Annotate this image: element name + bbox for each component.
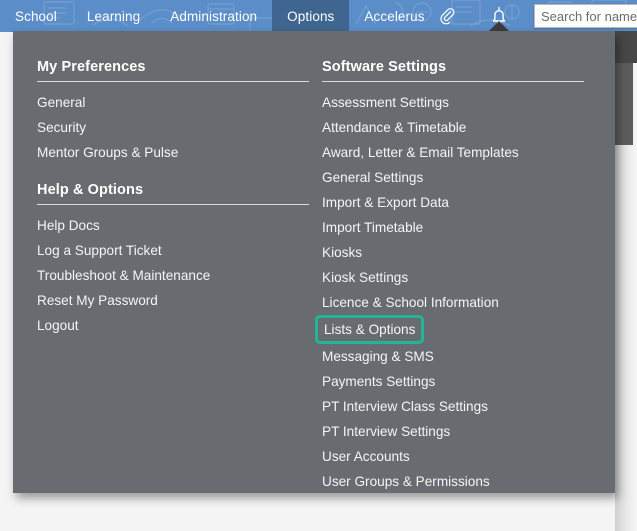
menu-item-attendance-timetable[interactable]: Attendance & Timetable [322, 115, 466, 140]
menu-item-assessment-settings[interactable]: Assessment Settings [322, 90, 449, 115]
section-my-preferences: My Preferences General Security Mentor G… [37, 59, 309, 165]
menu-item-licence-school-information[interactable]: Licence & School Information [322, 290, 499, 315]
nav-item-school[interactable]: School [0, 0, 72, 32]
nav-item-options[interactable]: Options [272, 0, 350, 32]
search-box[interactable] [534, 4, 637, 28]
section-title-help-options: Help & Options [37, 182, 144, 198]
menu-item-pt-interview-class-settings[interactable]: PT Interview Class Settings [322, 394, 488, 419]
search-input[interactable] [535, 5, 637, 27]
nav-item-learning[interactable]: Learning [72, 0, 155, 32]
paperclip-icon[interactable] [435, 4, 459, 28]
menu-item-messaging-sms[interactable]: Messaging & SMS [322, 344, 434, 369]
dropdown-left-column: My Preferences General Security Mentor G… [13, 59, 309, 493]
section-divider [37, 81, 309, 82]
menu-item-troubleshoot-maintenance[interactable]: Troubleshoot & Maintenance [37, 263, 210, 288]
section-divider [37, 204, 309, 205]
menu-item-user-groups-permissions[interactable]: User Groups & Permissions [322, 469, 490, 494]
options-dropdown-panel: My Preferences General Security Mentor G… [13, 31, 615, 493]
menu-item-award-letter-email-templates[interactable]: Award, Letter & Email Templates [322, 140, 519, 165]
menu-item-payments-settings[interactable]: Payments Settings [322, 369, 435, 394]
nav-item-accelerus[interactable]: Accelerus [349, 0, 439, 32]
menu-item-kiosk-settings[interactable]: Kiosk Settings [322, 265, 408, 290]
menu-item-import-export-data[interactable]: Import & Export Data [322, 190, 449, 215]
menu-item-user-accounts[interactable]: User Accounts [322, 444, 410, 469]
section-title-software-settings: Software Settings [322, 59, 447, 75]
dropdown-right-column: Software Settings Assessment Settings At… [305, 59, 615, 493]
menu-item-general-settings[interactable]: General Settings [322, 165, 423, 190]
menu-item-reset-my-password[interactable]: Reset My Password [37, 288, 158, 313]
page-scrollbar-top-cap [615, 31, 637, 63]
section-title-my-preferences: My Preferences [37, 59, 146, 75]
menu-item-general[interactable]: General [37, 90, 85, 115]
section-divider [322, 81, 584, 82]
menu-item-import-timetable[interactable]: Import Timetable [322, 215, 423, 240]
menu-item-help-docs[interactable]: Help Docs [37, 213, 100, 238]
menu-item-kiosks[interactable]: Kiosks [322, 240, 362, 265]
menu-item-lists-options[interactable]: Lists & Options [315, 315, 425, 344]
menu-item-security[interactable]: Security [37, 115, 86, 140]
page-scrollbar-thumb[interactable] [615, 63, 633, 145]
menu-item-pt-interview-settings[interactable]: PT Interview Settings [322, 419, 450, 444]
nav-item-administration[interactable]: Administration [155, 0, 272, 32]
menu-item-log-a-support-ticket[interactable]: Log a Support Ticket [37, 238, 162, 263]
menu-item-logout[interactable]: Logout [37, 313, 79, 338]
section-help-options: Help & Options Help Docs Log a Support T… [37, 182, 309, 338]
primary-nav: School Learning Administration Options A… [0, 0, 440, 32]
top-navigation-bar: School Learning Administration Options A… [0, 0, 637, 32]
app-root: School Learning Administration Options A… [0, 0, 637, 531]
menu-item-mentor-groups-pulse[interactable]: Mentor Groups & Pulse [37, 140, 178, 165]
